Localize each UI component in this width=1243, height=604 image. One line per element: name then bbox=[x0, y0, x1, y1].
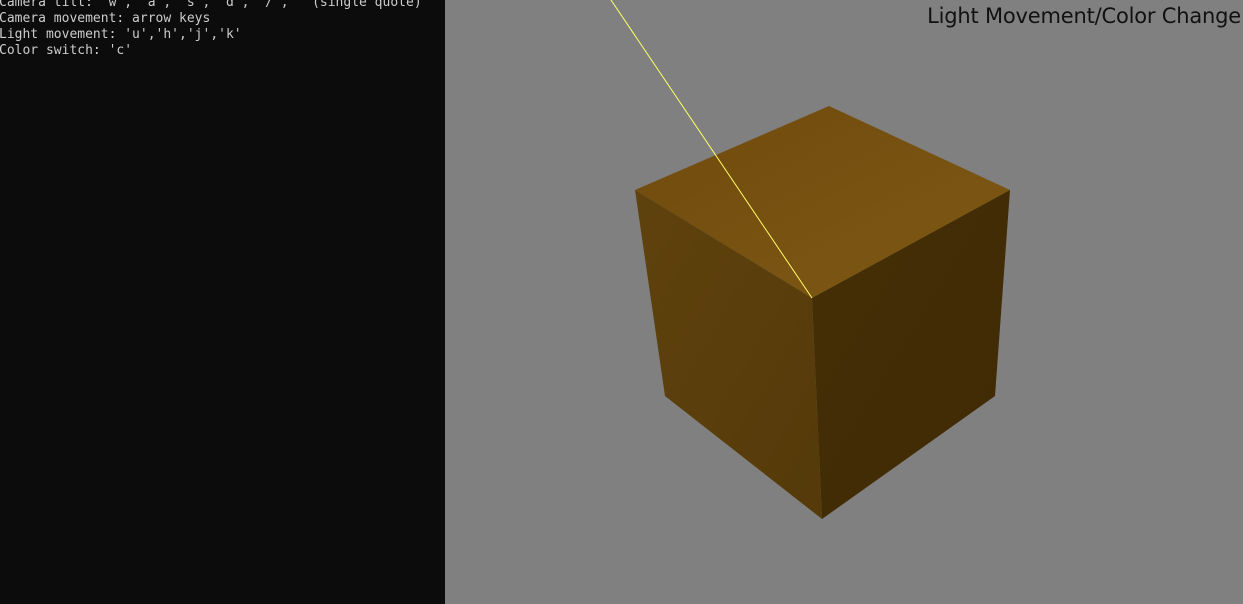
render-viewport[interactable]: Light Movement/Color Change bbox=[445, 0, 1243, 604]
console-line-color-switch: Color switch: 'c' bbox=[0, 43, 133, 58]
console-output: Camera tilt: 'w', 'a', 's', 'd', '/', ' … bbox=[0, 0, 429, 59]
console-line-light-movement: Light movement: 'u','h','j','k' bbox=[0, 27, 242, 42]
window-title: Light Movement/Color Change bbox=[927, 4, 1241, 28]
console-line-camera-tilt: Camera tilt: 'w', 'a', 's', 'd', '/', ' … bbox=[0, 0, 430, 10]
console-line-camera-movement: Camera movement: arrow keys bbox=[0, 11, 211, 26]
3d-scene bbox=[610, 0, 1010, 519]
console-window: Camera tilt: 'w', 'a', 's', 'd', '/', ' … bbox=[0, 0, 445, 604]
